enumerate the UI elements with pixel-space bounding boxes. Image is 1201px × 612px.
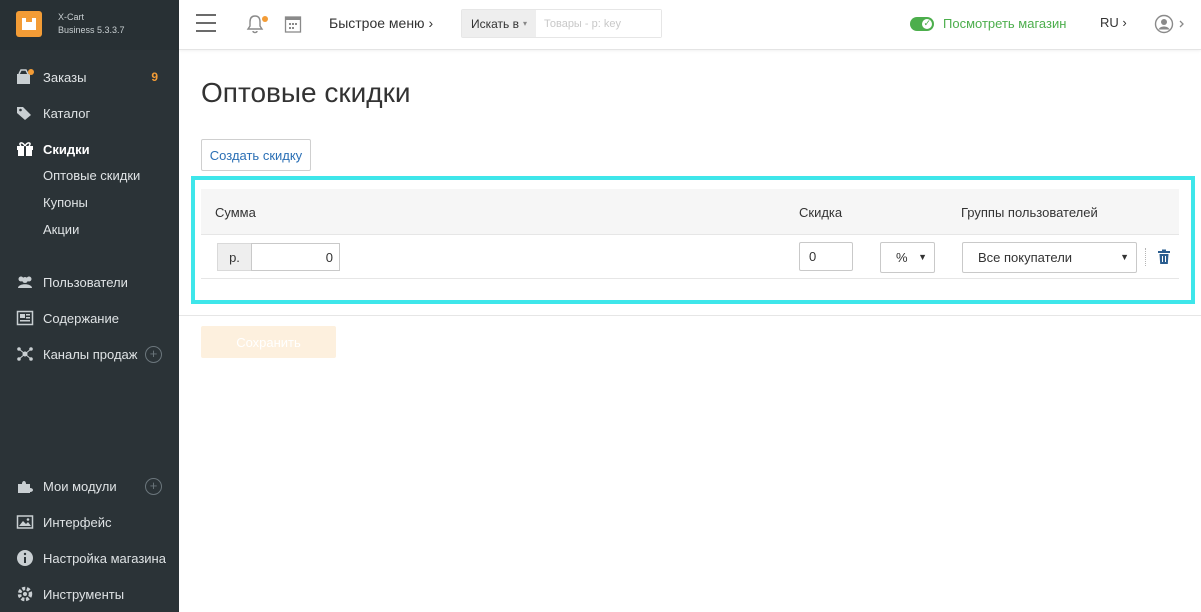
chevron-right-icon: › (428, 15, 434, 31)
row-divider (1145, 248, 1146, 266)
sidebar-item-label: Настройка магазина (43, 550, 166, 566)
logo-area: X-Cart Business 5.3.3.7 (0, 0, 179, 50)
notification-dot-icon (262, 16, 268, 22)
search-bar: Искать в ▾ (461, 9, 662, 38)
user-group-value: Все покупатели (978, 250, 1073, 265)
caret-down-icon: ▾ (523, 19, 528, 28)
image-icon (16, 513, 34, 531)
sidebar-item-content[interactable]: Содержание (0, 305, 179, 331)
discount-type-select[interactable]: % ▼ (880, 242, 935, 273)
caret-down-icon: ▼ (918, 252, 927, 262)
sidebar-item-discounts[interactable]: Скидки (0, 136, 179, 162)
sidebar-item-catalog[interactable]: Каталог (0, 100, 179, 126)
sidebar-subitem-promotions[interactable]: Акции (43, 222, 79, 237)
add-module-icon[interactable]: + (145, 477, 162, 495)
user-account-icon[interactable] (1154, 14, 1186, 39)
quick-menu-link[interactable]: Быстрое меню › (329, 15, 433, 31)
view-store-link[interactable]: ✓ Посмотреть магазин (910, 16, 1066, 31)
sidebar-item-orders[interactable]: Заказы 9 (0, 64, 179, 90)
table-header: Сумма Скидка Группы пользователей (201, 189, 1179, 235)
sidebar-subitem-coupons[interactable]: Купоны (43, 195, 88, 210)
search-input[interactable] (536, 10, 661, 37)
sidebar-item-label: Содержание (43, 310, 119, 326)
sidebar-item-tools[interactable]: Инструменты (0, 581, 179, 607)
tags-icon (16, 104, 34, 122)
quick-menu-label: Быстрое меню (329, 15, 425, 31)
save-button[interactable]: Сохранить (201, 326, 336, 358)
page-title: Оптовые скидки (201, 77, 411, 108)
column-header-discount: Скидка (799, 205, 843, 220)
amount-input[interactable] (251, 243, 340, 271)
sidebar-item-store-setup[interactable]: Настройка магазина (0, 545, 179, 571)
sidebar-item-users[interactable]: Пользователи (0, 269, 179, 295)
sidebar-item-label: Заказы (43, 69, 87, 85)
orders-icon (16, 68, 34, 86)
sidebar-item-my-modules[interactable]: Мои модули + (0, 473, 179, 499)
calendar-icon[interactable] (284, 14, 302, 39)
network-icon (16, 345, 34, 363)
search-scope-label: Искать в (471, 16, 520, 31)
sidebar-item-label: Каталог (43, 105, 91, 121)
x-cart-logo-icon[interactable] (16, 11, 42, 37)
sidebar-item-sales-channels[interactable]: Каналы продаж + (0, 341, 179, 367)
section-divider (179, 315, 1201, 316)
chevron-right-icon: › (1122, 15, 1127, 30)
check-icon: ✓ (923, 17, 931, 28)
menu-toggle-icon[interactable] (196, 14, 216, 32)
caret-down-icon: ▼ (1120, 252, 1129, 262)
create-discount-button[interactable]: Создать скидку (201, 139, 311, 171)
sidebar: X-Cart Business 5.3.3.7 Заказы 9 Каталог… (0, 0, 179, 612)
top-bar: Быстрое меню › Искать в ▾ ✓ Посмотреть м… (179, 0, 1201, 50)
users-icon (16, 273, 34, 291)
store-toggle[interactable]: ✓ (910, 16, 934, 31)
discount-input[interactable] (799, 242, 853, 271)
user-group-select[interactable]: Все покупатели ▼ (962, 242, 1137, 273)
language-label: RU (1100, 15, 1119, 30)
app-name: X-Cart (58, 12, 85, 22)
sidebar-item-label: Интерфейс (43, 514, 112, 530)
discount-type-value: % (896, 250, 908, 265)
currency-addon: р. (217, 243, 251, 271)
table-row: р. % ▼ Все покупатели ▼ (201, 236, 1179, 279)
delete-row-icon[interactable] (1157, 249, 1171, 270)
sidebar-item-label: Пользователи (43, 274, 128, 290)
puzzle-icon (16, 477, 34, 495)
search-scope-dropdown[interactable]: Искать в ▾ (462, 10, 536, 37)
language-selector[interactable]: RU › (1100, 15, 1127, 30)
view-store-label: Посмотреть магазин (943, 16, 1067, 31)
content-icon (16, 309, 34, 327)
sidebar-item-label: Скидки (43, 141, 90, 157)
column-header-amount: Сумма (215, 205, 256, 220)
app-version: Business 5.3.3.7 (58, 25, 125, 35)
orders-count-badge: 9 (151, 70, 158, 84)
sidebar-item-interface[interactable]: Интерфейс (0, 509, 179, 535)
sidebar-subitem-wholesale[interactable]: Оптовые скидки (43, 168, 140, 183)
gear-icon (16, 585, 34, 603)
column-header-user-groups: Группы пользователей (961, 205, 1098, 220)
sidebar-item-label: Инструменты (43, 586, 125, 602)
gift-icon (16, 140, 34, 158)
add-channel-icon[interactable]: + (145, 345, 162, 363)
logo-text: X-Cart Business 5.3.3.7 (58, 11, 125, 37)
sidebar-item-label: Каналы продаж (43, 346, 138, 362)
info-icon (16, 549, 34, 567)
sidebar-item-label: Мои модули (43, 478, 117, 494)
